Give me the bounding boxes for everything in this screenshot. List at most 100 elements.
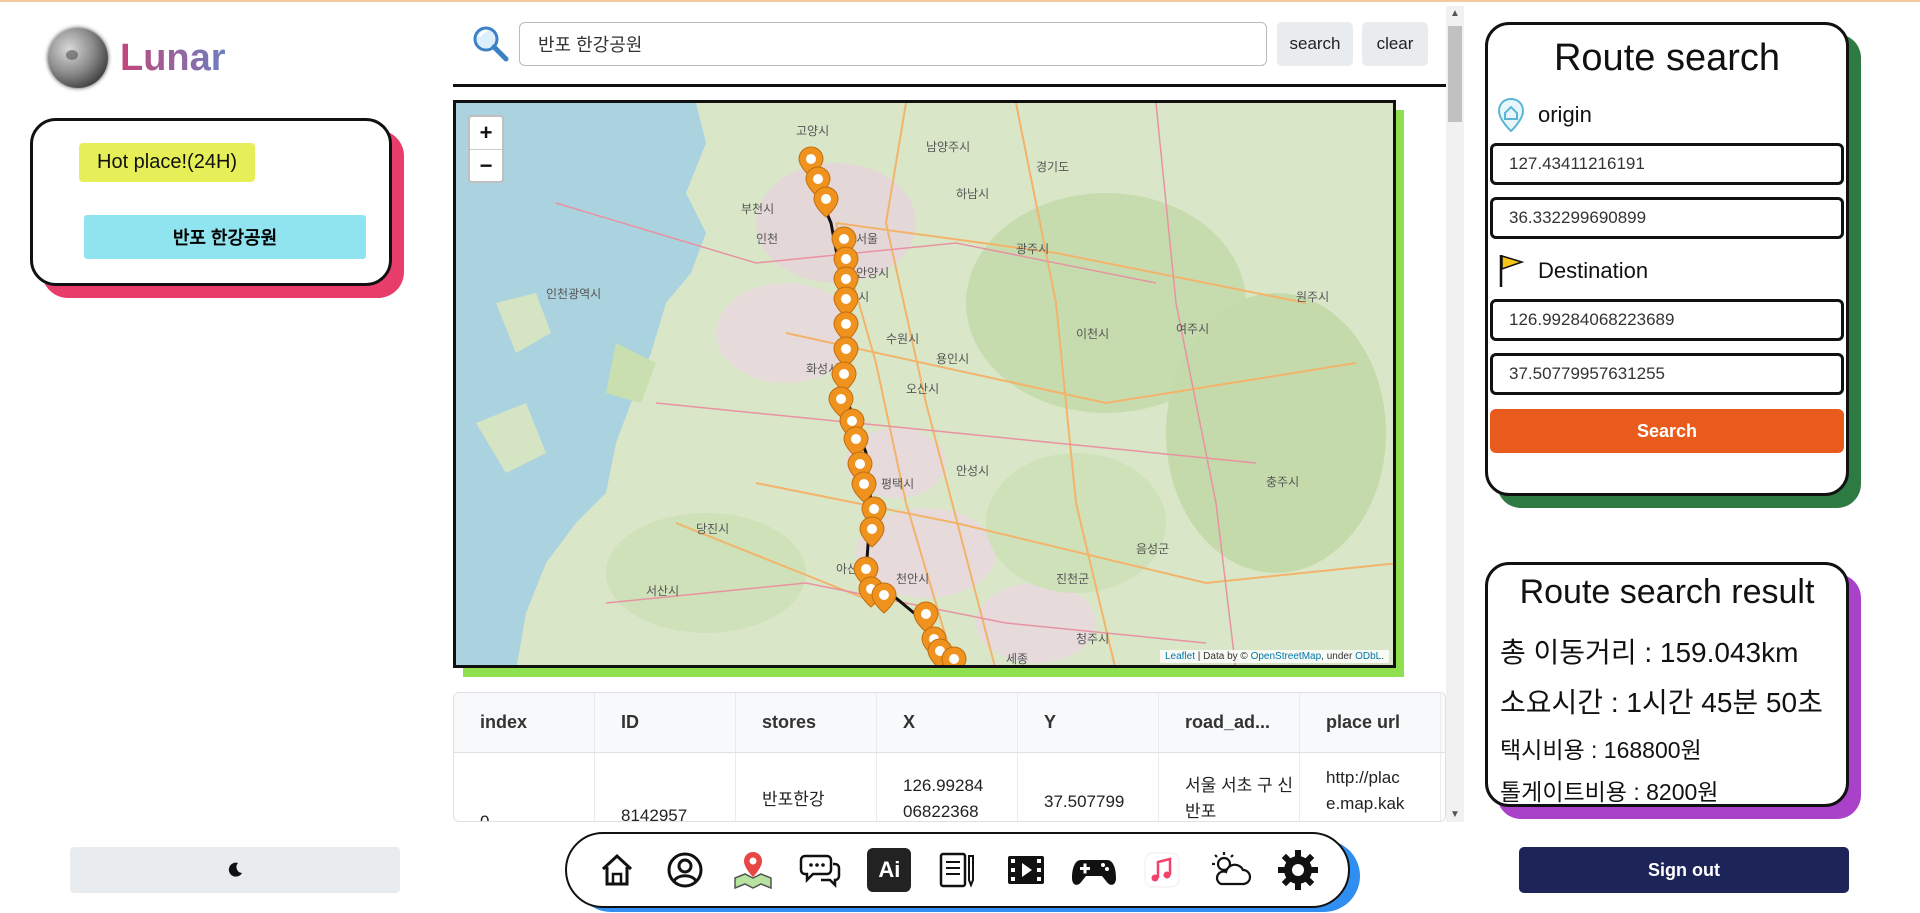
chat-icon[interactable] xyxy=(797,846,845,894)
clear-button[interactable]: clear xyxy=(1362,22,1428,66)
svg-text:용인시: 용인시 xyxy=(936,352,969,366)
search-icon xyxy=(470,24,510,64)
destination-label: Destination xyxy=(1538,258,1649,283)
music-icon[interactable] xyxy=(1138,846,1186,894)
search-button[interactable]: search xyxy=(1277,22,1353,66)
scroll-down-arrow[interactable]: ▼ xyxy=(1450,809,1460,820)
destination-label-row: Destination xyxy=(1496,253,1648,289)
scroll-thumb[interactable] xyxy=(1448,26,1462,122)
map-view[interactable]: 고양시 남양주시 하남시 부천시 인천 서울 안양시 의왕시 광주시 수원시 용… xyxy=(453,100,1396,668)
column-header[interactable]: stores xyxy=(736,693,877,752)
origin-label-row: origin xyxy=(1496,97,1592,133)
svg-text:진천군: 진천군 xyxy=(1056,571,1089,586)
route-search-button[interactable]: Search xyxy=(1490,409,1844,453)
map-tiles: 고양시 남양주시 하남시 부천시 인천 서울 안양시 의왕시 광주시 수원시 용… xyxy=(456,103,1393,668)
svg-text:고양시: 고양시 xyxy=(796,124,829,138)
svg-text:서산시: 서산시 xyxy=(646,584,679,598)
svg-text:남양주시: 남양주시 xyxy=(926,140,970,154)
ai-icon[interactable]: Ai xyxy=(865,846,913,894)
svg-text:청주시: 청주시 xyxy=(1076,632,1109,646)
origin-x-input[interactable]: 127.43411216191 xyxy=(1490,143,1844,185)
home-icon[interactable] xyxy=(593,846,641,894)
scroll-up-arrow[interactable]: ▲ xyxy=(1450,8,1460,19)
moon-icon xyxy=(228,862,242,877)
taxi-fare: 택시비용 : 168800원 xyxy=(1500,737,1702,763)
table-cell: 서울 서초 구 신반포 xyxy=(1159,753,1300,821)
table-cell: 126.99284 06822368 xyxy=(877,753,1018,821)
total-distance: 총 이동거리 : 159.043km xyxy=(1500,637,1799,668)
svg-text:인천광역시: 인천광역시 xyxy=(546,286,601,301)
odbl-link[interactable]: ODbL xyxy=(1355,651,1381,662)
weather-icon[interactable] xyxy=(1206,846,1254,894)
map-marker[interactable] xyxy=(871,582,897,614)
table-cell: 8142957 xyxy=(595,753,736,821)
column-header[interactable]: X xyxy=(877,693,1018,752)
svg-text:여주시: 여주시 xyxy=(1176,322,1209,336)
osm-link[interactable]: OpenStreetMap xyxy=(1251,651,1322,662)
svg-text:경기도: 경기도 xyxy=(1036,160,1069,174)
app-name: Lunar xyxy=(120,36,226,79)
svg-text:음성군: 음성군 xyxy=(1136,542,1169,556)
svg-text:안양시: 안양시 xyxy=(856,266,889,280)
svg-text:인천: 인천 xyxy=(756,231,778,246)
map-marker[interactable] xyxy=(941,646,967,668)
column-header[interactable]: place url xyxy=(1300,693,1441,752)
zoom-in-button[interactable]: + xyxy=(470,117,502,149)
gear-icon[interactable] xyxy=(1274,846,1322,894)
route-search-card: Route search origin 127.43411216191 36.3… xyxy=(1485,22,1849,496)
table-cell: 37.507799 xyxy=(1018,753,1159,821)
svg-text:안성시: 안성시 xyxy=(956,464,989,478)
table-cell: 0 xyxy=(454,753,595,821)
svg-text:하남시: 하남시 xyxy=(956,187,989,201)
app-logo: Lunar xyxy=(48,28,226,88)
svg-text:당진시: 당진시 xyxy=(696,522,729,536)
film-icon[interactable] xyxy=(1002,846,1050,894)
svg-text:오산시: 오산시 xyxy=(906,382,939,396)
svg-text:천안시: 천안시 xyxy=(896,571,929,586)
route-result-title: Route search result xyxy=(1519,573,1815,611)
column-header[interactable]: index xyxy=(454,693,595,752)
column-header[interactable]: road_ad... xyxy=(1159,693,1300,752)
zoom-out-button[interactable]: − xyxy=(470,149,502,181)
map-pin-icon[interactable] xyxy=(729,846,777,894)
route-search-title: Route search xyxy=(1553,37,1780,79)
results-table: index ID stores X Y road_ad... place url… xyxy=(453,692,1446,822)
destination-x-input[interactable]: 126.99284068223689 xyxy=(1490,299,1844,341)
table-row[interactable]: 0 8142957 반포한강 126.99284 06822368 37.507… xyxy=(454,753,1445,821)
toll-fee: 톨게이트비용 : 8200원 xyxy=(1500,779,1719,805)
hot-place-title: Hot place!(24H) xyxy=(79,143,256,182)
route-result-card: Route search result 총 이동거리 : 159.043km 소… xyxy=(1485,562,1849,807)
column-header[interactable]: ID xyxy=(595,693,736,752)
svg-text:부천시: 부천시 xyxy=(741,201,774,216)
hot-place-card: Hot place!(24H) 반포 한강공원 xyxy=(30,118,392,286)
leaflet-link[interactable]: Leaflet xyxy=(1165,651,1195,662)
table-cell[interactable]: http://plac e.map.kak xyxy=(1300,753,1441,821)
table-header: index ID stores X Y road_ad... place url xyxy=(454,693,1445,753)
svg-text:광주시: 광주시 xyxy=(1016,242,1049,256)
sign-out-button[interactable]: Sign out xyxy=(1519,847,1849,893)
origin-label: origin xyxy=(1538,102,1592,127)
profile-icon[interactable] xyxy=(661,846,709,894)
column-header[interactable]: Y xyxy=(1018,693,1159,752)
moon-icon xyxy=(48,28,108,88)
svg-text:평택시: 평택시 xyxy=(881,477,914,491)
hot-place-item-button[interactable]: 반포 한강공원 xyxy=(84,215,366,259)
gamepad-icon[interactable] xyxy=(1070,846,1118,894)
dark-mode-toggle[interactable] xyxy=(70,847,400,893)
notebook-icon[interactable] xyxy=(933,846,981,894)
app-dock: Ai xyxy=(565,832,1350,908)
svg-text:충주시: 충주시 xyxy=(1266,475,1299,489)
origin-y-input[interactable]: 36.332299690899 xyxy=(1490,197,1844,239)
svg-text:세종: 세종 xyxy=(1006,652,1028,666)
destination-y-input[interactable]: 37.50779957631255 xyxy=(1490,353,1844,395)
travel-time: 소요시간 : 1시간 45분 50초 xyxy=(1500,687,1823,718)
zoom-control: + − xyxy=(468,115,504,183)
origin-pin-icon xyxy=(1497,97,1525,133)
svg-text:수원시: 수원시 xyxy=(886,332,919,346)
svg-text:원주시: 원주시 xyxy=(1296,290,1329,304)
page-scrollbar[interactable]: ▲ ▼ xyxy=(1446,6,1464,822)
svg-text:이천시: 이천시 xyxy=(1076,326,1109,341)
search-input[interactable]: 반포 한강공원 xyxy=(519,22,1267,66)
divider xyxy=(453,84,1446,87)
map-attribution: Leaflet | Data by © OpenStreetMap, under… xyxy=(1159,650,1389,663)
